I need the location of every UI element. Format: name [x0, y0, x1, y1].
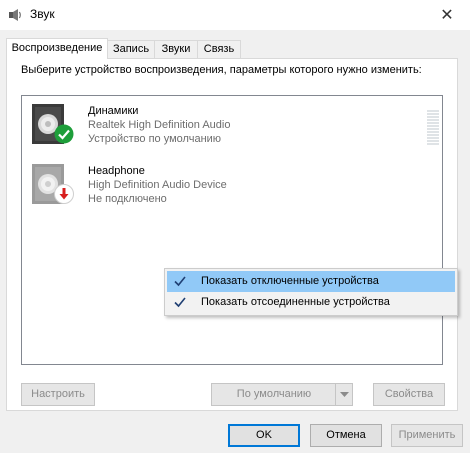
apply-button[interactable]: Применить: [391, 424, 463, 447]
device-status: Не подключено: [88, 193, 167, 205]
device-item-headphone[interactable]: Headphone High Definition Audio Device Н…: [30, 162, 410, 218]
close-icon: ✕: [440, 7, 454, 24]
device-status: Устройство по умолчанию: [88, 133, 222, 145]
checkmark-icon: [174, 276, 186, 287]
menu-item-label: Показать отключенные устройства: [201, 275, 379, 287]
speaker-icon: [9, 9, 21, 21]
set-default-button[interactable]: По умолчанию: [211, 383, 353, 406]
set-default-dropdown[interactable]: [335, 384, 352, 405]
device-list[interactable]: Динамики Realtek High Definition Audio У…: [21, 95, 443, 365]
window-title: Звук: [30, 7, 55, 21]
title-bar[interactable]: Звук ✕: [0, 0, 470, 30]
chevron-down-icon: [339, 391, 349, 397]
tab-recording[interactable]: Запись: [107, 40, 155, 58]
tab-playback[interactable]: Воспроизведение: [6, 38, 108, 59]
menu-item-label: Показать отсоединенные устройства: [201, 296, 390, 308]
properties-button[interactable]: Свойства: [373, 383, 445, 406]
tab-sounds[interactable]: Звуки: [154, 40, 198, 58]
device-item-speakers[interactable]: Динамики Realtek High Definition Audio У…: [30, 102, 439, 158]
cancel-button[interactable]: Отмена: [310, 424, 382, 447]
unplugged-arrow-icon: [54, 184, 74, 204]
device-name: Headphone: [88, 165, 145, 177]
instruction-text: Выберите устройство воспроизведения, пар…: [21, 64, 422, 76]
device-driver: Realtek High Definition Audio: [88, 119, 231, 131]
context-menu: Показать отключенные устройства Показать…: [164, 268, 458, 316]
sound-dialog: Звук ✕ Воспроизведение Запись Звуки Связ…: [0, 0, 470, 453]
default-check-icon: [54, 124, 74, 144]
checkmark-icon: [174, 297, 186, 308]
device-driver: High Definition Audio Device: [88, 179, 227, 191]
ok-button[interactable]: OK: [228, 424, 300, 447]
menu-item-show-disabled[interactable]: Показать отключенные устройства: [167, 271, 455, 292]
set-default-label: По умолчанию: [236, 388, 312, 400]
close-button[interactable]: ✕: [424, 0, 470, 30]
configure-button[interactable]: Настроить: [21, 383, 95, 406]
playback-panel: Выберите устройство воспроизведения, пар…: [6, 58, 458, 411]
menu-item-show-disconnected[interactable]: Показать отсоединенные устройства: [167, 292, 455, 313]
tab-communications[interactable]: Связь: [197, 40, 241, 58]
volume-level-meter: [427, 110, 439, 146]
device-name: Динамики: [88, 105, 139, 117]
